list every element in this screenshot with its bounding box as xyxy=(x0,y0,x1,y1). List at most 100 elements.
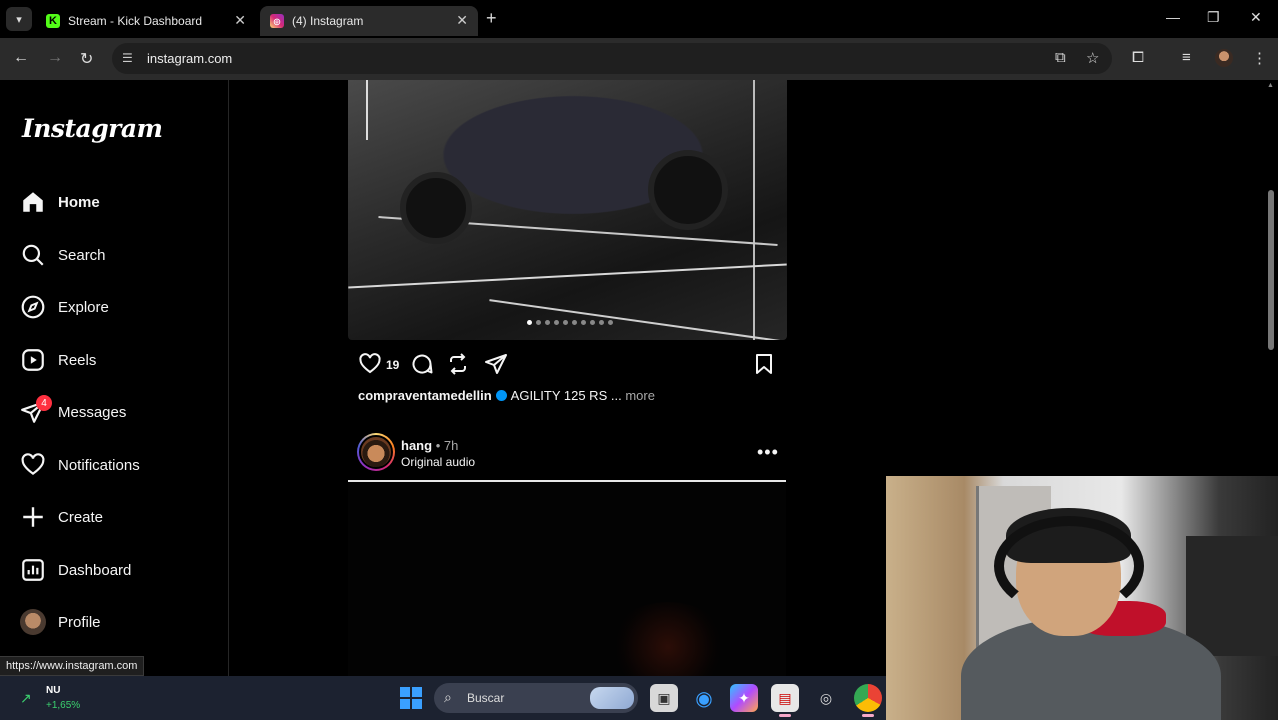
search-icon: ⌕ xyxy=(444,689,452,705)
like-count[interactable]: 19 xyxy=(386,358,399,372)
post-caption: compraventamedellin AGILITY 125 RS ... mo… xyxy=(358,388,655,403)
sidebar-item-search[interactable]: Search xyxy=(20,238,210,272)
post-author: hang • 7h xyxy=(401,438,458,453)
reload-button[interactable]: ↻ xyxy=(80,49,93,69)
profile-avatar[interactable] xyxy=(1215,49,1233,67)
address-bar[interactable]: ☰ instagram.com xyxy=(112,43,1112,74)
task-view-icon[interactable]: ▣ xyxy=(650,684,678,712)
video-frame-detail xyxy=(608,602,728,676)
carousel-dot xyxy=(599,320,604,325)
tab-kick-dashboard[interactable]: K Stream - Kick Dashboard ✕ xyxy=(36,6,256,36)
image-detail xyxy=(348,263,787,289)
stock-ticker: NU xyxy=(46,685,61,696)
messages-badge: 4 xyxy=(36,395,52,411)
carousel-dot xyxy=(536,320,541,325)
repost-icon[interactable] xyxy=(446,352,470,376)
scooter-wheel xyxy=(400,172,472,244)
comment-icon[interactable] xyxy=(410,352,434,376)
copilot-icon[interactable]: ✦ xyxy=(730,684,758,712)
sidebar: Instagram Home Search Explore Reels 4 Me… xyxy=(0,80,229,676)
save-bookmark-icon[interactable] xyxy=(752,352,776,376)
compass-icon xyxy=(21,295,45,319)
share-icon[interactable] xyxy=(484,352,508,376)
site-settings-icon[interactable]: ☰ xyxy=(122,51,133,65)
close-tab-icon[interactable]: ✕ xyxy=(456,12,468,29)
extensions-icon[interactable]: ⧠ xyxy=(1132,49,1144,66)
sidebar-item-messages[interactable]: 4 Messages xyxy=(20,395,210,429)
install-app-icon[interactable]: ⧉ xyxy=(1055,49,1066,66)
stock-change: +1,65% xyxy=(46,700,81,711)
image-detail xyxy=(753,80,755,340)
caption-username[interactable]: compraventamedellin xyxy=(358,388,492,403)
tab-search-button[interactable]: ▾ xyxy=(6,7,32,31)
restore-button[interactable]: ❐ xyxy=(1207,9,1220,26)
windows-taskbar: ↗ NU +1,65% ⌕ Buscar ▣ ◉ ✦ ▤ ◎ xyxy=(0,676,886,720)
url-text[interactable]: instagram.com xyxy=(147,51,232,66)
browser-toolbar: ← → ↻ ☰ instagram.com ⧉ ☆ ⧠ ≡ ⋮ xyxy=(0,38,1278,80)
link-status-bar: https://www.instagram.com xyxy=(0,656,145,676)
post-actions: 19 xyxy=(358,352,778,378)
sidebar-item-dashboard[interactable]: Dashboard xyxy=(20,553,210,587)
bookmark-star-icon[interactable]: ☆ xyxy=(1086,49,1099,67)
post-username[interactable]: hang xyxy=(401,438,432,453)
chrome-icon[interactable] xyxy=(854,684,882,717)
caption-more-link[interactable]: more xyxy=(625,388,655,403)
search-icon xyxy=(22,244,44,266)
tab-instagram[interactable]: ◎ (4) Instagram ✕ xyxy=(260,6,478,36)
media-control-icon[interactable]: ≡ xyxy=(1182,49,1191,66)
taskbar-search-placeholder: Buscar xyxy=(467,691,505,705)
scroll-up-icon[interactable]: ▲ xyxy=(1267,82,1274,89)
webcam-overlay xyxy=(886,476,1278,720)
post-separator: • xyxy=(435,438,441,453)
caption-text: AGILITY 125 RS ... xyxy=(510,388,622,403)
windows-start-icon[interactable] xyxy=(400,687,422,709)
post-image[interactable] xyxy=(348,80,787,340)
post-audio-link[interactable]: Original audio xyxy=(401,455,475,469)
post-options-icon[interactable]: ••• xyxy=(757,442,779,463)
tab-title: Stream - Kick Dashboard xyxy=(68,14,203,28)
like-icon[interactable] xyxy=(358,352,382,376)
browser-menu-icon[interactable]: ⋮ xyxy=(1252,49,1267,67)
sidebar-item-explore[interactable]: Explore xyxy=(20,290,210,324)
carousel-dot xyxy=(527,320,532,325)
sidebar-item-home[interactable]: Home xyxy=(20,185,210,219)
search-highlight-image xyxy=(590,687,634,709)
tab-title: (4) Instagram xyxy=(292,14,364,28)
carousel-dot xyxy=(581,320,586,325)
edge-icon[interactable]: ◉ xyxy=(690,684,718,712)
carousel-dot xyxy=(563,320,568,325)
scrollbar-thumb[interactable] xyxy=(1268,190,1274,350)
sidebar-item-create[interactable]: Create xyxy=(20,500,210,534)
post-author-avatar[interactable] xyxy=(357,433,395,471)
home-icon xyxy=(23,192,43,212)
close-tab-icon[interactable]: ✕ xyxy=(234,12,246,29)
back-button[interactable]: ← xyxy=(13,49,29,67)
sidebar-item-notifications[interactable]: Notifications xyxy=(20,448,210,482)
minimize-button[interactable]: — xyxy=(1166,9,1180,25)
reels-icon xyxy=(22,349,44,371)
image-detail xyxy=(366,80,368,140)
heart-icon xyxy=(21,453,45,475)
post-time: 7h xyxy=(443,438,459,453)
headphones xyxy=(994,516,1144,616)
forward-button[interactable]: → xyxy=(47,49,63,67)
obs-icon[interactable]: ◎ xyxy=(812,684,840,712)
stock-widget[interactable]: ↗ NU +1,65% xyxy=(20,682,110,714)
carousel-dot xyxy=(572,320,577,325)
webcam-background xyxy=(1186,536,1278,656)
close-window-button[interactable]: ✕ xyxy=(1250,9,1262,26)
new-tab-button[interactable]: + xyxy=(486,8,497,29)
post-video[interactable] xyxy=(348,480,786,676)
browser-tab-strip: ▾ K Stream - Kick Dashboard ✕ ◎ (4) Inst… xyxy=(0,0,1278,38)
sidebar-item-reels[interactable]: Reels xyxy=(20,343,210,377)
store-icon[interactable]: ▤ xyxy=(771,684,799,717)
dashboard-icon xyxy=(22,559,44,581)
verified-badge-icon xyxy=(495,390,507,401)
carousel-indicator xyxy=(527,320,613,325)
stock-chart-icon: ↗ xyxy=(20,690,32,706)
sidebar-item-profile[interactable]: Profile xyxy=(20,605,210,639)
taskbar-search[interactable]: ⌕ Buscar xyxy=(434,683,638,713)
scooter-wheel xyxy=(648,150,728,230)
carousel-dot xyxy=(608,320,613,325)
instagram-logo[interactable]: Instagram xyxy=(22,114,163,143)
